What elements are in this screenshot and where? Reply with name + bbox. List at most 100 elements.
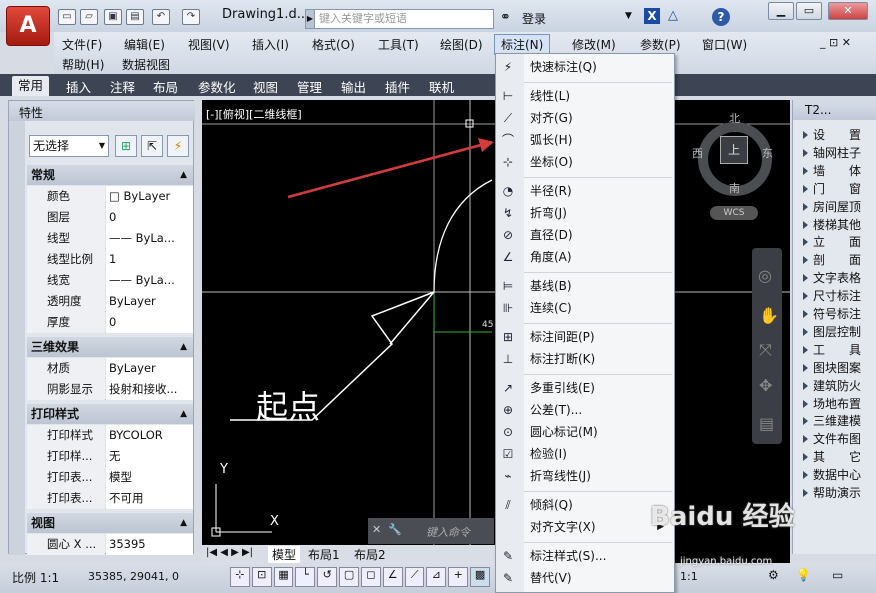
tangent-menu-item[interactable]: 建筑防火 [801, 377, 876, 395]
dimension-menu-item[interactable]: ⫽ 倾斜(Q) [496, 495, 674, 515]
tangent-header[interactable]: T2... [793, 100, 876, 120]
property-row[interactable]: 圆心 X ... 35395 [27, 534, 193, 555]
viewcube-west[interactable]: 西 [692, 145, 703, 161]
dimension-menu-item[interactable]: ⟋ 对齐(G) [496, 108, 674, 128]
open-file-icon[interactable]: ▱ [80, 9, 98, 25]
tangent-menu-item[interactable]: 立 面 [801, 233, 876, 251]
tangent-menu-item[interactable]: 符号标注 [801, 305, 876, 323]
command-line[interactable]: ✕ 🔧 键入命令 [368, 518, 494, 544]
steering-wheel-icon[interactable]: ◎ [758, 266, 772, 285]
tangent-menu-item[interactable]: 房间屋顶 [801, 198, 876, 216]
tangent-menu-item[interactable]: 文字表格 [801, 269, 876, 287]
3d-osnap-icon[interactable]: ◻ [360, 567, 381, 587]
property-row[interactable]: 线型比例 1 [27, 249, 193, 270]
tab-view[interactable]: 视图 [253, 77, 278, 96]
menu-data-view[interactable]: 数据视图 [116, 55, 176, 74]
viewport-label[interactable]: [-][俯视][二维线框] [206, 106, 302, 122]
undo-icon[interactable]: ↶ [152, 9, 170, 25]
ducs-icon[interactable]: ⟋ [404, 567, 425, 587]
property-row[interactable]: 厚度 0 [27, 312, 193, 333]
new-file-icon[interactable]: ▭ [58, 9, 76, 25]
collapse-icon[interactable]: ▲ [180, 404, 187, 424]
menu-draw[interactable]: 绘图(D) [434, 35, 489, 54]
selection-dropdown[interactable]: 无选择 ▼ [29, 135, 109, 157]
scale-label[interactable]: 比例 1:1 [12, 569, 59, 586]
tab-home[interactable]: 常用 [12, 76, 50, 96]
property-value[interactable]: ByLayer [106, 358, 193, 379]
dimension-menu-item[interactable]: ⊕ 公差(T)... [496, 400, 674, 420]
tab-insert[interactable]: 插入 [66, 77, 91, 96]
tangent-menu-item[interactable]: 工 具 [801, 341, 876, 359]
lwt-icon[interactable]: + [448, 567, 469, 587]
pan-icon[interactable]: ✋ [759, 306, 779, 325]
menu-help[interactable]: 帮助(H) [56, 55, 110, 74]
dimension-menu-item[interactable]: ✎ 标注样式(S)... [496, 546, 674, 566]
property-row[interactable]: 颜色 □ ByLayer [27, 186, 193, 207]
property-value[interactable]: □ ByLayer [106, 186, 193, 207]
tangent-menu-item[interactable]: 场地布置 [801, 395, 876, 413]
ortho-icon[interactable]: └ [295, 567, 316, 587]
dyn-icon[interactable]: ⊿ [426, 567, 447, 587]
dimension-menu-item[interactable]: ⊘ 直径(D) [496, 225, 674, 245]
menu-modify[interactable]: 修改(M) [566, 35, 622, 54]
tab-model[interactable]: 模型 [268, 546, 301, 563]
menu-format[interactable]: 格式(O) [306, 35, 361, 54]
viewcube-east[interactable]: 东 [762, 145, 773, 161]
property-row[interactable]: 线型 —— ByLa... [27, 228, 193, 249]
dimension-menu-item[interactable]: ⊪ 连续(C) [496, 298, 674, 318]
showmotion-icon[interactable]: ▤ [759, 414, 774, 433]
section-header[interactable]: 视图 ▲ [27, 513, 193, 533]
property-row[interactable]: 打印样式 BYCOLOR [27, 425, 193, 446]
tpy-icon[interactable]: ▩ [470, 567, 490, 587]
tab-manage[interactable]: 管理 [297, 77, 322, 96]
tangent-menu-item[interactable]: 设 置 [801, 126, 876, 144]
close-button[interactable]: ✕ [828, 2, 868, 20]
collapse-icon[interactable]: ▲ [180, 165, 187, 185]
dimension-menu-item[interactable]: ⊙ 圆心标记(M) [496, 422, 674, 442]
tab-layout2[interactable]: 布局2 [354, 546, 386, 563]
menu-view[interactable]: 视图(V) [182, 35, 236, 54]
login-button[interactable]: 登录 [522, 10, 546, 27]
property-value[interactable]: 1 [106, 249, 193, 270]
toggle-pickadd-icon[interactable]: ⊞ [115, 135, 137, 157]
property-value[interactable]: 35395 [106, 534, 193, 555]
menu-window[interactable]: 窗口(W) [696, 35, 753, 54]
tangent-menu-item[interactable]: 其 它 [801, 448, 876, 466]
menu-file[interactable]: 文件(F) [56, 35, 108, 54]
infer-icon[interactable]: ⊹ [230, 567, 250, 587]
redo-icon[interactable]: ↷ [182, 9, 200, 25]
command-close-icon[interactable]: ✕ [372, 523, 381, 536]
tangent-menu-item[interactable]: 门 窗 [801, 180, 876, 198]
dimension-menu-item[interactable]: ⌒ 弧长(H) [496, 130, 674, 150]
tangent-menu-item[interactable]: 轴网柱子 [801, 144, 876, 162]
tab-nav-arrows[interactable]: |◀ ◀ ▶ ▶| [206, 547, 253, 558]
menu-tools[interactable]: 工具(T) [372, 35, 425, 54]
dimension-menu-item[interactable]: ☑ 检验(I) [496, 444, 674, 464]
property-row[interactable]: 打印样... 无 [27, 446, 193, 467]
binoculars-icon[interactable]: ⚭ [500, 10, 511, 25]
quick-select-icon[interactable]: ⚡ [167, 135, 189, 157]
workspace-gear-icon[interactable]: ⚙ [768, 568, 779, 582]
dimension-menu-item[interactable]: ↗ 多重引线(E) [496, 378, 674, 398]
property-value[interactable]: 无 [106, 446, 193, 467]
snap-icon[interactable]: ⊡ [251, 567, 272, 587]
select-objects-icon[interactable]: ⇱ [141, 135, 163, 157]
orbit-icon[interactable]: ✥ [759, 376, 772, 395]
dimension-menu-item[interactable]: ∠ 角度(A) [496, 247, 674, 267]
tangent-menu-item[interactable]: 图块图案 [801, 359, 876, 377]
property-row[interactable]: 透明度 ByLayer [27, 291, 193, 312]
dimension-menu-item[interactable]: ✎ 替代(V) [496, 568, 674, 588]
property-value[interactable]: ByLayer [106, 291, 193, 312]
otrack-icon[interactable]: ∠ [382, 567, 403, 587]
property-row[interactable]: 图层 0 [27, 207, 193, 228]
osnap-icon[interactable]: ▢ [339, 567, 359, 587]
exchange-icon[interactable]: X [644, 8, 660, 24]
dimension-menu-item[interactable]: ⊥ 标注打断(K) [496, 349, 674, 369]
section-header[interactable]: 打印样式 ▲ [27, 404, 193, 424]
grid-icon[interactable]: ▦ [273, 567, 294, 587]
tangent-menu-item[interactable]: 墙 体 [801, 162, 876, 180]
tab-online[interactable]: 联机 [429, 77, 454, 96]
tangent-menu-item[interactable]: 三维建模 [801, 412, 876, 430]
login-dropdown-icon[interactable]: ▼ [625, 11, 632, 21]
menu-insert[interactable]: 插入(I) [246, 35, 295, 54]
